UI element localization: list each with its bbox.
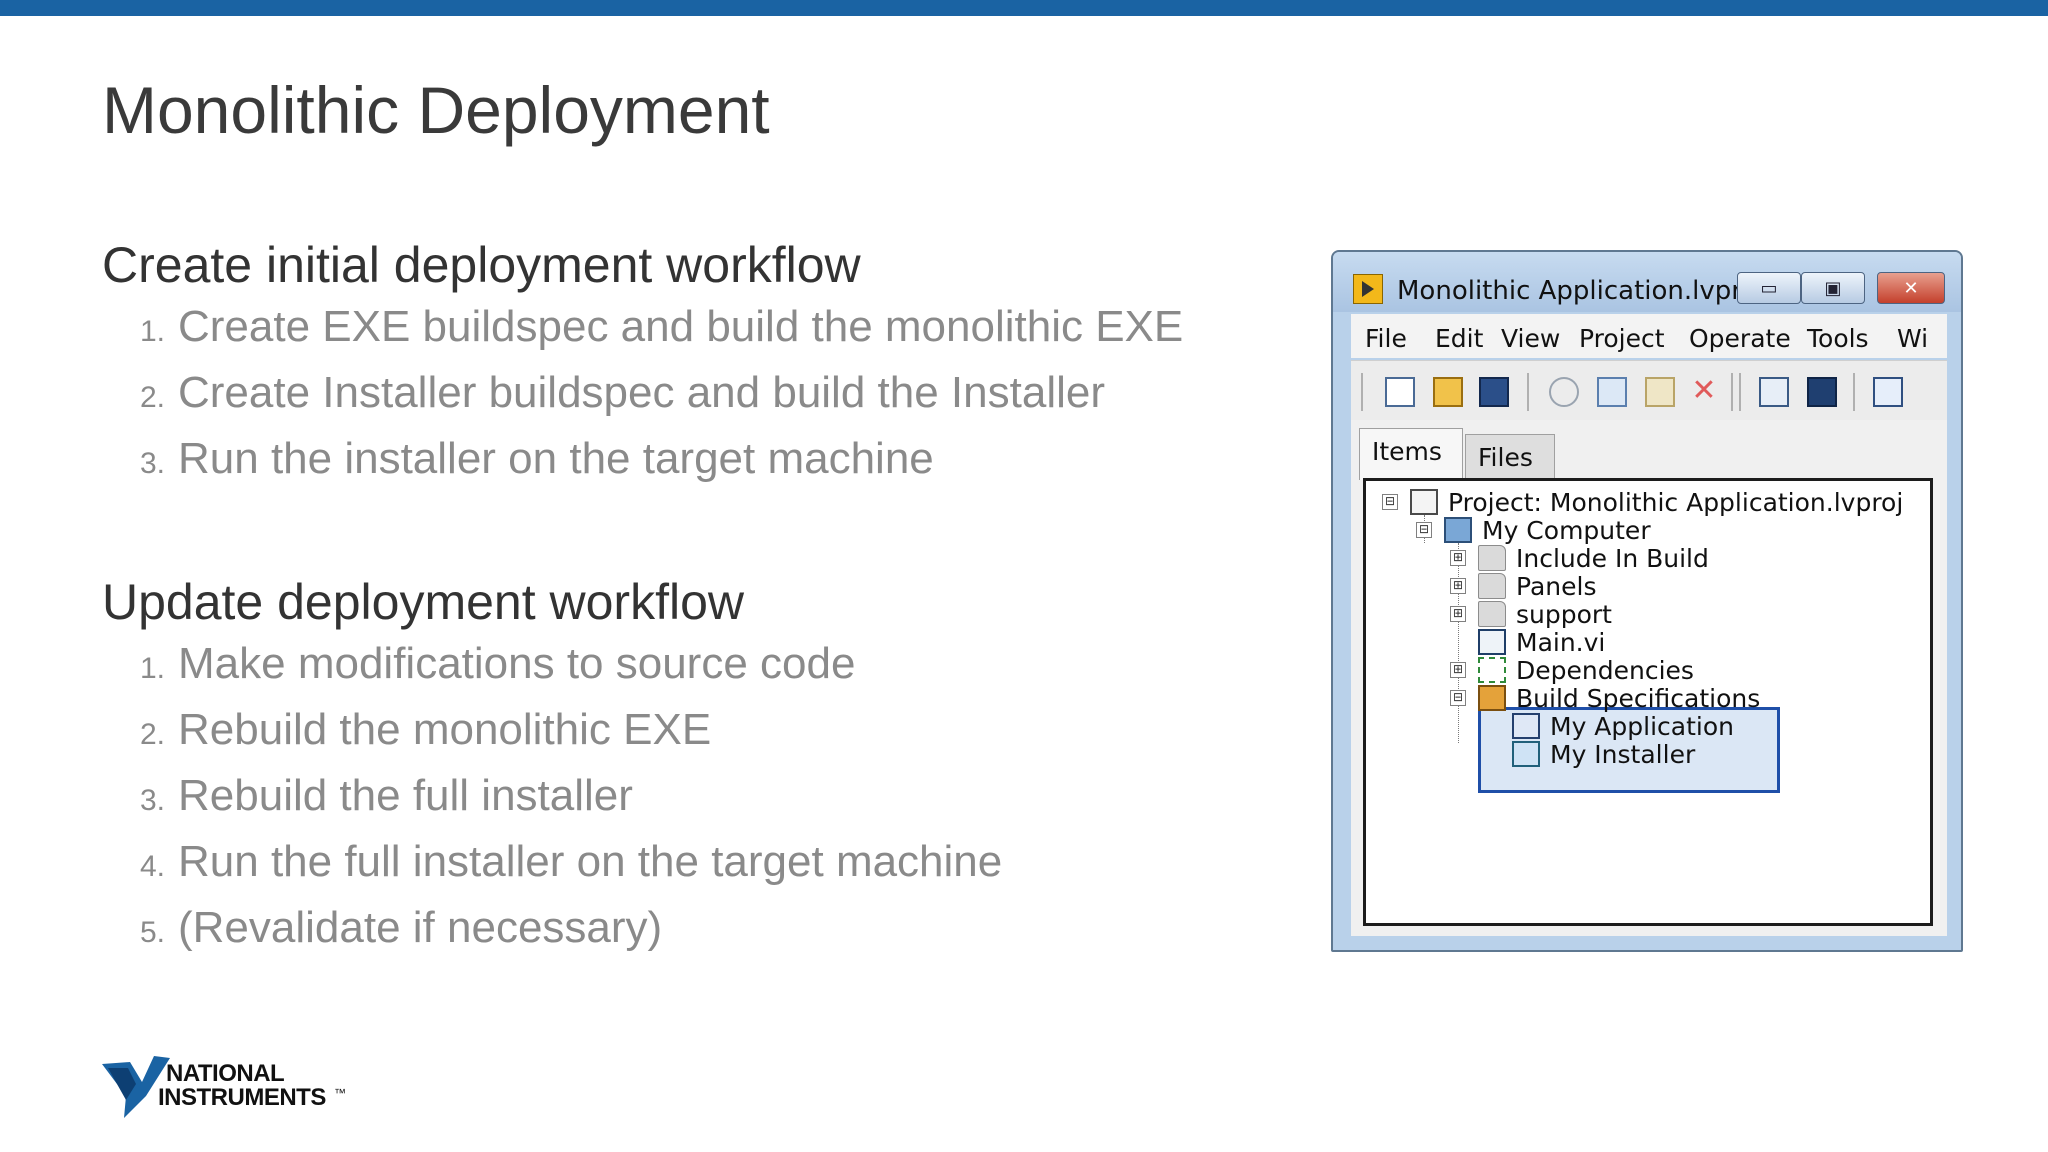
step-text: Rebuild the full installer — [178, 771, 633, 820]
build-icon[interactable] — [1759, 377, 1789, 407]
tree-label: Main.vi — [1516, 627, 1606, 657]
tab-files[interactable]: Files — [1465, 434, 1555, 480]
toolbar-separator — [1731, 373, 1733, 411]
dependencies-icon — [1478, 657, 1506, 683]
tree-label: Build Specifications — [1516, 683, 1761, 713]
tree-label: support — [1516, 599, 1612, 629]
menu-project[interactable]: Project — [1579, 324, 1665, 353]
trademark-symbol: ™ — [334, 1086, 346, 1100]
paste-icon[interactable] — [1645, 377, 1675, 407]
window-layout-icon[interactable] — [1873, 377, 1903, 407]
application-icon — [1512, 713, 1540, 739]
step-text: Create Installer buildspec and build the… — [178, 368, 1105, 417]
expand-icon[interactable]: ⊞ — [1450, 662, 1466, 678]
close-button[interactable]: ✕ — [1877, 272, 1945, 304]
collapse-icon[interactable]: ⊟ — [1382, 494, 1398, 510]
update-workflow-heading: Update deployment workflow — [102, 574, 744, 630]
folder-icon — [1478, 601, 1506, 627]
toolbar-separator — [1739, 373, 1741, 411]
toolbar: ✕ — [1351, 360, 1947, 421]
update-workflow-steps: 1. Make modifications to source code 2. Re… — [140, 639, 1002, 969]
list-item: 4. Run the full installer on the target m… — [140, 837, 1002, 903]
logo-text-instruments: INSTRUMENTS — [158, 1084, 326, 1111]
menu-bar: File Edit View Project Operate Tools Wi — [1351, 314, 1947, 358]
step-number: 5. — [140, 916, 166, 949]
minimize-icon: ▭ — [1760, 277, 1778, 299]
step-number: 1. — [140, 652, 166, 685]
vi-icon — [1478, 629, 1506, 655]
menu-file[interactable]: File — [1365, 324, 1407, 353]
menu-operate[interactable]: Operate — [1689, 324, 1791, 353]
top-accent-bar — [0, 0, 2048, 16]
maximize-icon: ▣ — [1824, 277, 1842, 299]
tabs-area: Files Items ⊟ Project: Monolithic Applic… — [1351, 420, 1947, 936]
expand-icon[interactable]: ⊞ — [1450, 578, 1466, 594]
initial-workflow-heading: Create initial deployment workflow — [102, 237, 861, 293]
step-number: 3. — [140, 447, 166, 480]
step-text: Rebuild the monolithic EXE — [178, 705, 712, 754]
window-titlebar[interactable]: Monolithic Application.lvpr... ▭ ▣ ✕ — [1333, 252, 1961, 312]
window-title: Monolithic Application.lvpr... — [1397, 276, 1765, 306]
installer-icon — [1512, 741, 1540, 767]
folder-icon — [1478, 545, 1506, 571]
cut-icon[interactable] — [1549, 377, 1579, 407]
labview-app-icon — [1353, 274, 1383, 304]
save-all-icon[interactable] — [1479, 377, 1509, 407]
menu-window[interactable]: Wi — [1897, 324, 1928, 353]
list-item: 2. Rebuild the monolithic EXE — [140, 705, 1002, 771]
list-item: 1. Create EXE buildspec and build the mon… — [140, 302, 1183, 368]
close-icon: ✕ — [1903, 277, 1919, 299]
computer-icon — [1444, 517, 1472, 543]
list-item: 1. Make modifications to source code — [140, 639, 1002, 705]
open-folder-icon[interactable] — [1433, 377, 1463, 407]
minimize-button[interactable]: ▭ — [1737, 272, 1801, 304]
new-icon[interactable] — [1385, 377, 1415, 407]
step-number: 4. — [140, 850, 166, 883]
step-text: Run the installer on the target machine — [178, 434, 934, 483]
maximize-button[interactable]: ▣ — [1801, 272, 1865, 304]
step-text: Run the full installer on the target mac… — [178, 837, 1003, 886]
folder-icon — [1478, 573, 1506, 599]
expand-icon[interactable]: ⊞ — [1450, 606, 1466, 622]
slide-title: Monolithic Deployment — [102, 73, 770, 147]
step-text: Make modifications to source code — [178, 639, 856, 688]
list-item: 2. Create Installer buildspec and build t… — [140, 368, 1183, 434]
tab-items[interactable]: Items — [1359, 428, 1463, 480]
list-item: 3. Run the installer on the target machin… — [140, 434, 1183, 500]
tree-label: Dependencies — [1516, 655, 1694, 685]
step-number: 1. — [140, 315, 166, 348]
list-item: 5. (Revalidate if necessary) — [140, 903, 1002, 969]
step-number: 2. — [140, 718, 166, 751]
project-icon — [1410, 489, 1438, 515]
tree-row-my-installer[interactable]: My Installer — [1484, 738, 1695, 770]
list-item: 3. Rebuild the full installer — [140, 771, 1002, 837]
tree-label: Project: Monolithic Application.lvproj — [1448, 487, 1904, 517]
collapse-icon[interactable]: ⊟ — [1450, 690, 1466, 706]
build-specifications-icon — [1478, 685, 1506, 711]
project-explorer-window: Monolithic Application.lvpr... ▭ ▣ ✕ Fil… — [1331, 250, 1963, 952]
step-number: 2. — [140, 381, 166, 414]
tree-label: Include In Build — [1516, 543, 1709, 573]
menu-view[interactable]: View — [1501, 324, 1560, 353]
tree-label: My Computer — [1482, 515, 1651, 545]
collapse-icon[interactable]: ⊟ — [1416, 522, 1432, 538]
menu-tools[interactable]: Tools — [1807, 324, 1869, 353]
tree-label: Panels — [1516, 571, 1597, 601]
copy-icon[interactable] — [1597, 377, 1627, 407]
step-text: (Revalidate if necessary) — [178, 903, 663, 952]
toolbar-separator — [1527, 373, 1529, 411]
toolbar-separator — [1853, 373, 1855, 411]
tree-label: My Installer — [1550, 739, 1696, 769]
menu-edit[interactable]: Edit — [1435, 324, 1483, 353]
national-instruments-logo: NATIONAL INSTRUMENTS ™ — [102, 1056, 352, 1120]
delete-icon[interactable]: ✕ — [1689, 376, 1719, 407]
step-number: 3. — [140, 784, 166, 817]
save-project-icon[interactable] — [1807, 377, 1837, 407]
expand-icon[interactable]: ⊞ — [1450, 550, 1466, 566]
step-text: Create EXE buildspec and build the monol… — [178, 302, 1184, 351]
project-tree: ⊟ Project: Monolithic Application.lvproj… — [1363, 478, 1933, 926]
tree-label: My Application — [1550, 711, 1734, 741]
toolbar-grip — [1361, 373, 1363, 411]
initial-workflow-steps: 1. Create EXE buildspec and build the mon… — [140, 302, 1183, 500]
